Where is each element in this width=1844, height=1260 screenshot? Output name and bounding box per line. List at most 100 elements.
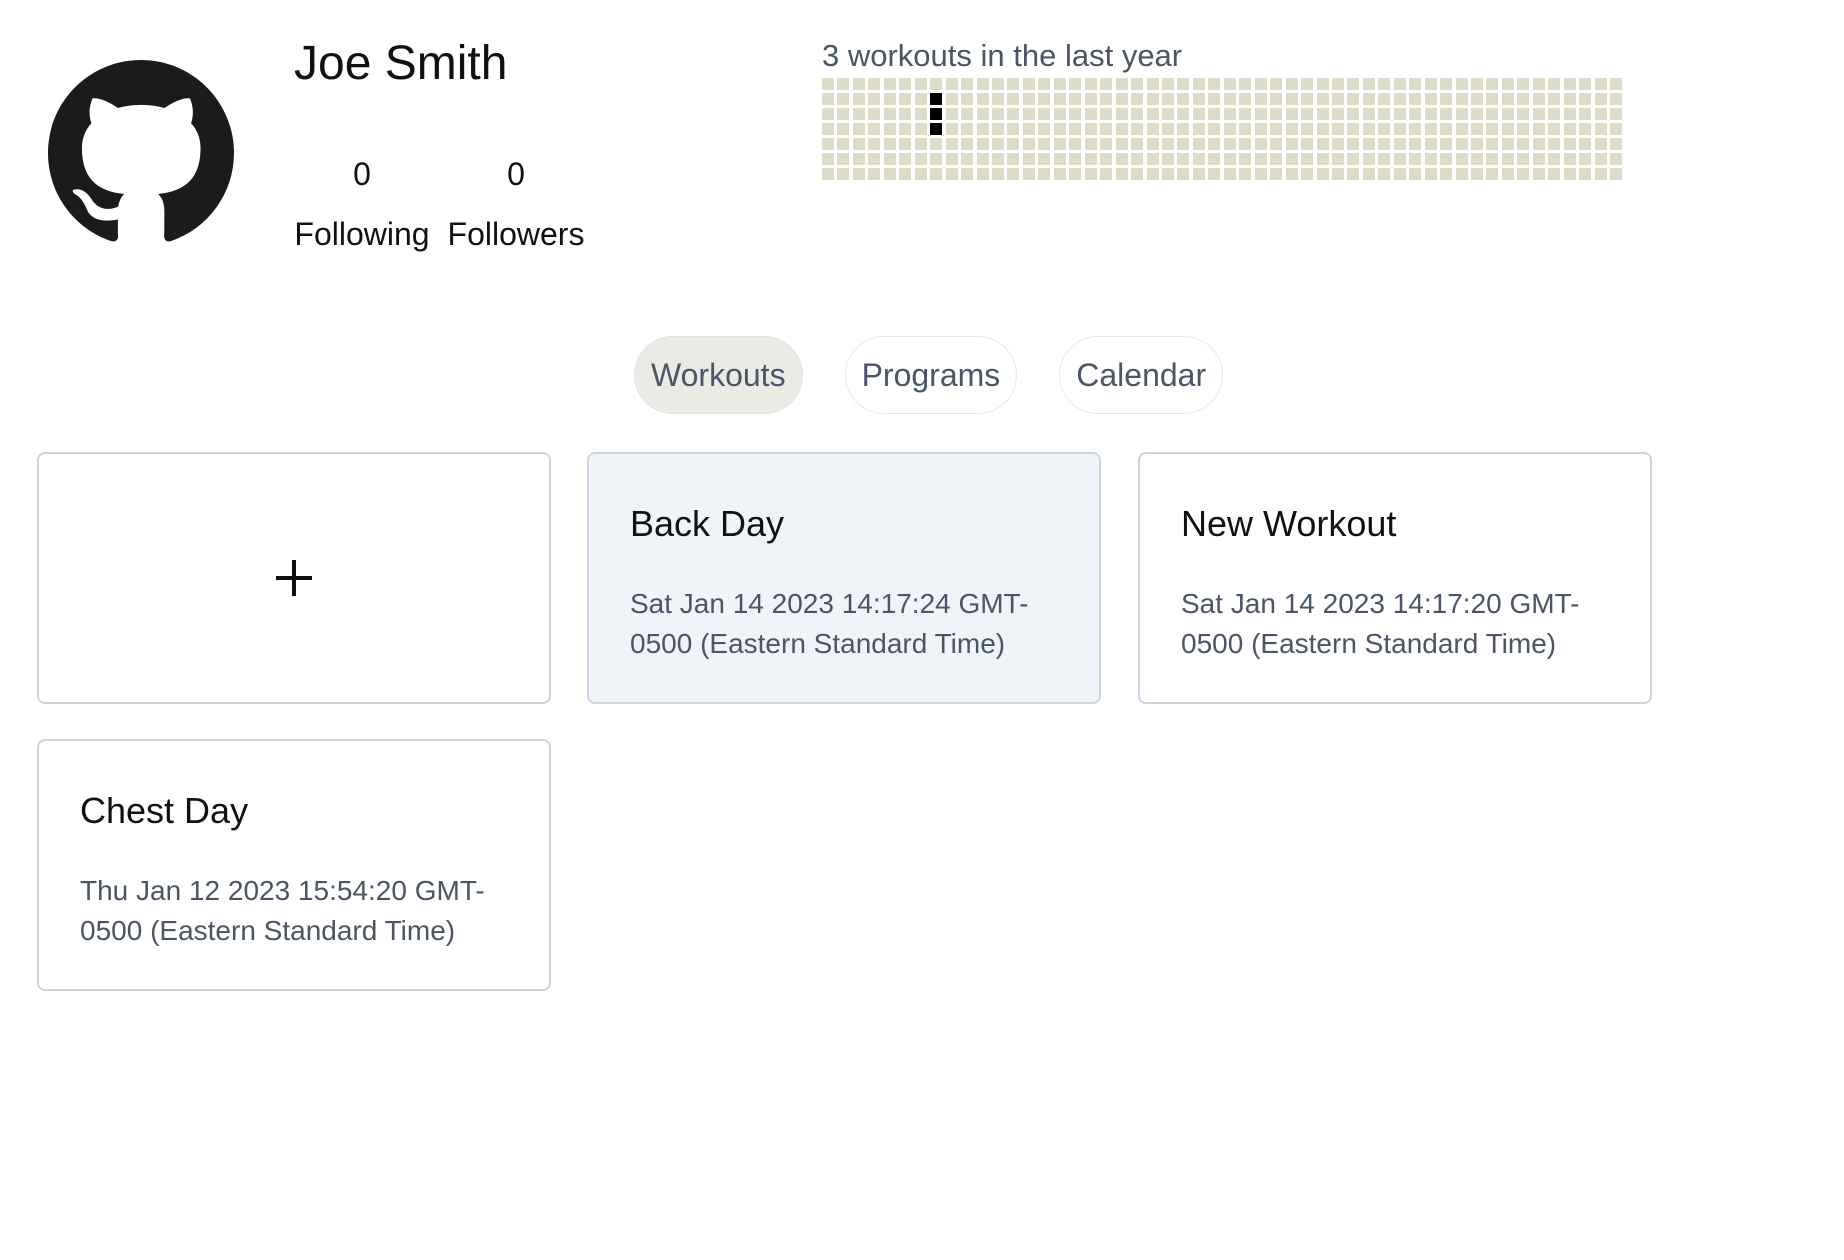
- activity-cell: [822, 138, 834, 150]
- activity-cell: [1610, 93, 1623, 105]
- activity-cell: [1146, 153, 1159, 165]
- activity-cell: [1440, 168, 1453, 180]
- activity-cell: [837, 153, 850, 165]
- activity-cell: [1177, 123, 1190, 135]
- activity-cell: [1409, 93, 1422, 105]
- activity-cell: [837, 138, 850, 150]
- add-workout-button[interactable]: [37, 452, 551, 704]
- activity-cell: [930, 138, 943, 150]
- activity-cell: [1331, 93, 1344, 105]
- activity-cell: [1548, 93, 1561, 105]
- activity-cell: [1501, 168, 1514, 180]
- plus-icon: [276, 560, 312, 596]
- activity-cell: [1239, 108, 1252, 120]
- activity-cell: [1563, 93, 1576, 105]
- activity-cell: [1192, 138, 1205, 150]
- activity-cell: [1548, 153, 1561, 165]
- activity-cell: [1161, 123, 1174, 135]
- activity-cell: [1393, 123, 1406, 135]
- activity-cell: [1007, 93, 1020, 105]
- activity-cell: [1594, 78, 1607, 90]
- activity-cell: [868, 78, 881, 90]
- activity-cell: [1254, 168, 1267, 180]
- activity-cell: [1069, 123, 1082, 135]
- activity-cell: [1563, 168, 1576, 180]
- activity-cell: [1347, 138, 1360, 150]
- activity-cell: [1192, 168, 1205, 180]
- activity-cell: [961, 138, 974, 150]
- profile-page: Joe Smith 0 Following 0 Followers 3 work…: [0, 0, 1844, 1260]
- activity-cell: [976, 153, 989, 165]
- activity-cell: [1331, 78, 1344, 90]
- activity-cell: [1393, 93, 1406, 105]
- activity-cell: [1455, 123, 1468, 135]
- activity-cell: [1053, 123, 1066, 135]
- activity-cell: [1270, 93, 1283, 105]
- activity-cell: [1548, 123, 1561, 135]
- activity-cell: [1254, 108, 1267, 120]
- activity-cell: [1563, 153, 1576, 165]
- activity-cell: [1347, 123, 1360, 135]
- activity-cell: [1084, 93, 1097, 105]
- activity-cell: [1223, 123, 1236, 135]
- followers-count: 0: [507, 156, 525, 192]
- activity-cell: [1301, 123, 1314, 135]
- followers-label: Followers: [447, 216, 585, 252]
- avatar[interactable]: [48, 60, 234, 246]
- activity-cell: [883, 93, 896, 105]
- activity-cell: [1501, 93, 1514, 105]
- activity-cell: [1378, 123, 1391, 135]
- activity-cell: [976, 168, 989, 180]
- activity-cell: [1254, 138, 1267, 150]
- workout-card[interactable]: New Workout Sat Jan 14 2023 14:17:20 GMT…: [1138, 452, 1652, 704]
- activity-cell: [1424, 108, 1437, 120]
- activity-cell: [1208, 168, 1221, 180]
- activity-cell: [1301, 78, 1314, 90]
- workout-date: Sat Jan 14 2023 14:17:20 GMT-0500 (Easte…: [1181, 588, 1580, 659]
- activity-cell: [1007, 168, 1020, 180]
- activity-cell: [945, 123, 958, 135]
- activity-cell: [1100, 138, 1113, 150]
- activity-cell: [1316, 93, 1329, 105]
- workout-date: Thu Jan 12 2023 15:54:20 GMT-0500 (Easte…: [80, 875, 485, 946]
- following-stat[interactable]: 0 Following: [292, 154, 432, 254]
- activity-cell: [1409, 123, 1422, 135]
- activity-cell: [1455, 138, 1468, 150]
- activity-cell: [1316, 138, 1329, 150]
- activity-cell: [1362, 138, 1375, 150]
- followers-stat[interactable]: 0 Followers: [446, 154, 586, 254]
- activity-cell: [1146, 108, 1159, 120]
- activity-cell: [852, 78, 865, 90]
- activity-cell: [852, 168, 865, 180]
- tab-calendar[interactable]: Calendar: [1059, 336, 1224, 414]
- activity-cell: [1409, 78, 1422, 90]
- activity-cell: [852, 108, 865, 120]
- activity-cell: [1100, 108, 1113, 120]
- activity-cell: [991, 168, 1004, 180]
- activity-cell: [1610, 108, 1623, 120]
- activity-cell: [1100, 93, 1113, 105]
- activity-cell: [1161, 168, 1174, 180]
- activity-cell: [1115, 93, 1128, 105]
- tab-workouts[interactable]: Workouts: [634, 336, 803, 414]
- workout-title: Chest Day: [80, 790, 249, 831]
- tab-programs[interactable]: Programs: [844, 336, 1018, 414]
- activity-cell: [976, 93, 989, 105]
- activity-cell: [1223, 93, 1236, 105]
- activity-cell: [1285, 168, 1298, 180]
- activity-cell: [1486, 138, 1499, 150]
- activity-cell: [1146, 123, 1159, 135]
- activity-cell: [1517, 93, 1530, 105]
- activity-cell: [1331, 168, 1344, 180]
- activity-cell: [1501, 78, 1514, 90]
- activity-cell: [1594, 123, 1607, 135]
- activity-cell: [976, 123, 989, 135]
- workout-card[interactable]: Back Day Sat Jan 14 2023 14:17:24 GMT-05…: [587, 452, 1101, 704]
- activity-cell: [1579, 153, 1592, 165]
- activity-cell: [1548, 168, 1561, 180]
- activity-cell: [899, 108, 912, 120]
- workout-card[interactable]: Chest Day Thu Jan 12 2023 15:54:20 GMT-0…: [37, 739, 551, 991]
- activity-cell: [961, 108, 974, 120]
- activity-cell: [1223, 153, 1236, 165]
- activity-cell: [1239, 123, 1252, 135]
